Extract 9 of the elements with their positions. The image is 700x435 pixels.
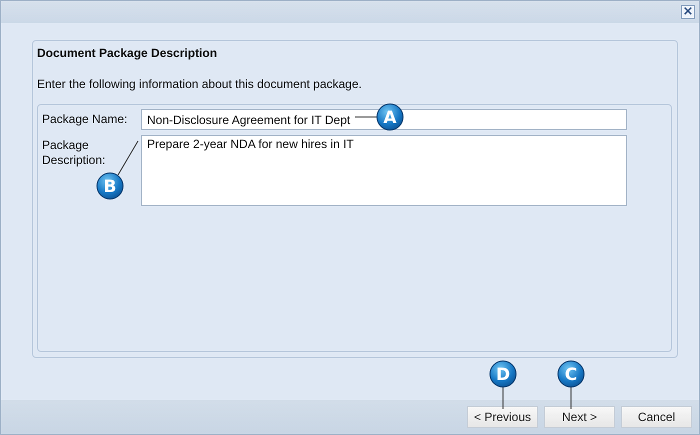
close-button[interactable]: ×	[681, 5, 695, 19]
description-field[interactable]: Prepare 2-year NDA for new hires in IT	[141, 135, 627, 206]
field-label: Package Description:	[42, 137, 106, 168]
field-label: Package Name:	[42, 111, 128, 127]
wizard-button[interactable]: Cancel	[621, 406, 692, 428]
instructions-text: Enter the following information about this document package.	[37, 77, 363, 93]
wizard-button[interactable]: Next >	[544, 406, 615, 428]
wizard-button[interactable]: < Previous	[467, 406, 538, 428]
section-title: Document Package Description	[37, 45, 218, 62]
